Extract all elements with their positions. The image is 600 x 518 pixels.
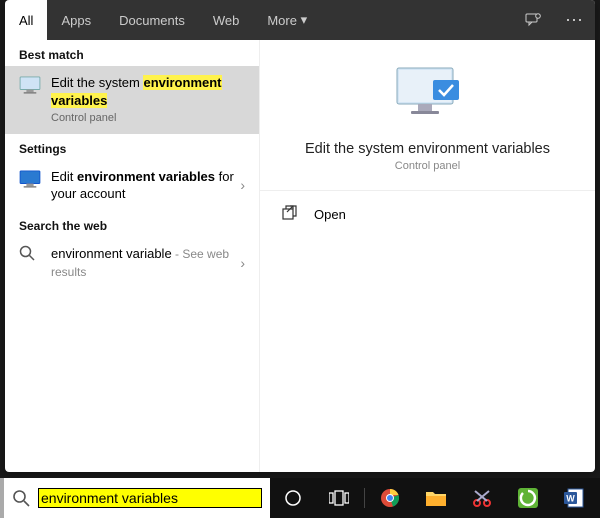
chrome-icon[interactable] [367,488,413,508]
chevron-right-icon: › [240,177,245,193]
search-web-header: Search the web [5,211,259,237]
results-list: Best match Edit the system environmentva… [5,40,260,472]
results-body: Best match Edit the system environmentva… [5,40,595,472]
result-subtext: Control panel [51,111,245,126]
tab-all[interactable]: All [5,0,47,40]
tab-documents[interactable]: Documents [105,0,199,40]
result-text: Edit environment variables for your acco… [51,168,240,203]
taskbar: W [0,478,600,518]
chevron-right-icon: › [240,255,245,271]
best-match-header: Best match [5,40,259,66]
result-web[interactable]: environment variable - See web results › [5,237,259,288]
tabs-bar: All Apps Documents Web More ▾ ⋯ [5,0,595,40]
settings-header: Settings [5,134,259,160]
monitor-icon [19,170,41,188]
search-panel: All Apps Documents Web More ▾ ⋯ Best mat… [5,0,595,472]
preview-header: Edit the system environment variables Co… [260,40,595,191]
taskbar-search[interactable] [0,478,270,518]
file-explorer-icon[interactable] [413,490,459,506]
chevron-down-icon: ▾ [301,12,308,28]
result-text: Edit the system environmentvariables Con… [51,74,245,126]
preview-title: Edit the system environment variables [280,141,575,157]
result-best-match[interactable]: Edit the system environmentvariables Con… [5,66,259,134]
open-action[interactable]: Open [260,195,595,233]
result-settings[interactable]: Edit environment variables for your acco… [5,160,259,211]
tab-more[interactable]: More ▾ [253,0,321,40]
search-icon [12,489,30,507]
preview-pane: Edit the system environment variables Co… [260,40,595,472]
taskbar-icons: W [270,478,597,518]
word-icon[interactable]: W [551,488,597,508]
tab-apps[interactable]: Apps [47,0,105,40]
result-text: environment variable - See web results [51,245,240,280]
actions-list: Open [260,191,595,237]
feedback-icon[interactable] [513,0,553,40]
open-icon [282,205,300,223]
tab-web[interactable]: Web [199,0,254,40]
camtasia-icon[interactable] [505,488,551,508]
search-icon [19,245,41,263]
task-view-icon[interactable] [316,490,362,506]
monitor-check-icon [391,64,465,127]
svg-text:W: W [566,494,575,504]
preview-subtitle: Control panel [280,160,575,172]
snipping-tool-icon[interactable] [459,488,505,508]
monitor-icon [19,76,41,94]
cortana-icon[interactable] [270,488,316,508]
search-input[interactable] [38,488,262,508]
more-options-icon[interactable]: ⋯ [553,0,595,40]
open-label: Open [314,207,346,222]
